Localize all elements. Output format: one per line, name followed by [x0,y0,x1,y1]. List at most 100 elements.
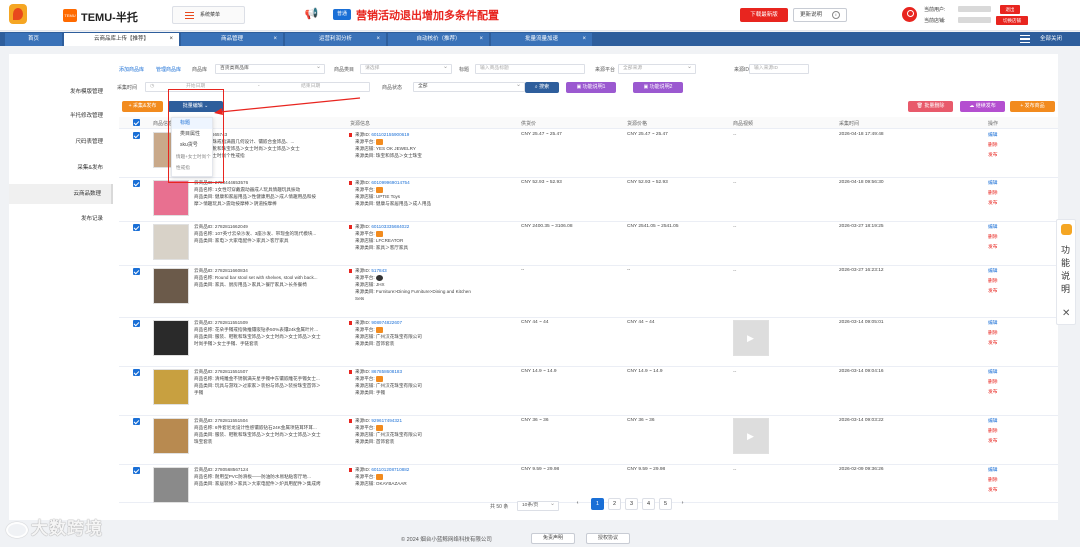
source-id-link[interactable]: 929617494321 [371,418,402,423]
user-avatar-icon[interactable] [902,7,917,22]
product-thumbnail[interactable] [153,369,189,405]
source-id-input[interactable]: 输入来源ID [749,64,809,74]
help-floating-panel[interactable]: 功能说明 ✕ [1056,219,1076,325]
page-size-select[interactable]: 10条/页 [517,500,559,511]
tab-product-management[interactable]: 商品管理 × [181,33,284,46]
sidebar-item-edit[interactable]: 半托修改管理 [9,106,113,126]
product-thumbnail[interactable] [153,320,189,356]
row-checkbox[interactable] [133,418,140,425]
row-checkbox[interactable] [133,224,140,231]
source-id-link[interactable]: 908974822607 [371,320,402,325]
close-all-tabs[interactable]: 全部关闭 [1040,32,1062,46]
sidebar-item-cloud[interactable]: 云商品数理 [9,184,113,204]
source-id-link[interactable]: 867858608183 [371,369,402,374]
row-checkbox[interactable] [133,320,140,327]
sidebar-item-size[interactable]: 尺码表管理 [9,132,113,152]
close-icon[interactable]: × [169,33,173,46]
logout-button[interactable]: 退出 [1000,5,1020,14]
video-thumbnail[interactable]: ▶ [733,418,769,454]
delete-link[interactable]: 删除 [988,141,998,151]
page-5-button[interactable]: 5 [659,498,672,510]
source-id-link[interactable]: 601099969014754 [371,180,409,185]
publish-link[interactable]: 发布 [988,151,998,161]
page-4-button[interactable]: 4 [642,498,655,510]
sidebar-item-records[interactable]: 发布记录 [9,209,113,229]
delete-link[interactable]: 删除 [988,329,998,339]
license-button[interactable]: 授权协议 [586,533,630,544]
delete-link[interactable]: 删除 [988,233,998,243]
batch-delete-button[interactable]: 🗑 批量删除 [908,101,953,112]
row-checkbox[interactable] [133,268,140,275]
publish-product-button[interactable]: + 发布商品 [1010,101,1055,112]
edit-link[interactable]: 编辑 [988,131,998,141]
publish-link[interactable]: 发布 [988,287,998,297]
tab-profit-analysis[interactable]: 运营利润分析 × [285,33,387,46]
search-button[interactable]: ⌕ 搜索 [525,82,559,93]
publish-link[interactable]: 发布 [988,199,998,209]
status-select[interactable]: 全部 [413,81,525,92]
publish-link[interactable]: 发布 [988,339,998,349]
edit-link[interactable]: 编辑 [988,223,998,233]
source-id-link[interactable]: 601102155900619 [371,132,409,137]
close-icon[interactable]: × [376,33,380,46]
notice-text[interactable]: 营销活动退出增加多条件配置 [356,7,499,23]
row-checkbox[interactable] [133,180,140,187]
video-thumbnail[interactable]: ▶ [733,320,769,356]
edit-link[interactable]: 编辑 [988,267,998,277]
product-thumbnail[interactable] [153,467,189,503]
publish-link[interactable]: 发布 [988,437,998,447]
row-checkbox[interactable] [133,467,140,474]
page-2-button[interactable]: 2 [608,498,621,510]
prev-page-button[interactable]: ‹ [571,498,584,510]
help-1-button[interactable]: ▣ 功能说明1 [566,82,616,93]
update-notes-button[interactable]: 更新说明 i [793,8,847,22]
edit-link[interactable]: 编辑 [988,368,998,378]
edit-link[interactable]: 编辑 [988,179,998,189]
add-library-link[interactable]: 添加商品库 [119,66,144,73]
product-thumbnail[interactable] [153,418,189,454]
delete-link[interactable]: 删除 [988,189,998,199]
publish-link[interactable]: 发布 [988,243,998,253]
manage-library-link[interactable]: 管理商品库 [156,66,181,73]
category-select[interactable]: 请选择 [360,63,452,74]
download-latest-button[interactable]: 下载最新版 [740,8,788,22]
delete-link[interactable]: 删除 [988,378,998,388]
tab-traffic-boost[interactable]: 批量流量加速 × [491,33,593,46]
help-2-button[interactable]: ▣ 功能说明2 [633,82,683,93]
sidebar-item-collect[interactable]: 采集&发布 [9,158,113,178]
tab-auto-pricing[interactable]: 自动核价（推荐） × [388,33,490,46]
product-thumbnail[interactable] [153,268,189,304]
delete-link[interactable]: 删除 [988,427,998,437]
close-icon[interactable]: × [479,33,483,46]
source-id-link[interactable]: 601103335684022 [371,224,409,229]
row-checkbox[interactable] [133,132,140,139]
tab-home[interactable]: 首页 [5,33,63,46]
source-id-link[interactable]: 517843 [371,268,386,273]
row-checkbox[interactable] [133,369,140,376]
disclaimer-button[interactable]: 免责声明 [531,533,575,544]
switch-store-button[interactable]: 切换店铺 [996,16,1028,25]
library-select[interactable]: 百货类商品库 [215,63,325,74]
product-thumbnail[interactable] [153,224,189,260]
source-platform-select[interactable]: 全部来源 [618,63,696,74]
publish-link[interactable]: 发布 [988,486,998,496]
collect-publish-button[interactable]: + 采集&发布 [122,101,163,112]
edit-link[interactable]: 编辑 [988,417,998,427]
edit-link[interactable]: 编辑 [988,466,998,476]
page-3-button[interactable]: 3 [625,498,638,510]
edit-link[interactable]: 编辑 [988,319,998,329]
close-icon[interactable]: × [582,33,586,46]
delete-link[interactable]: 删除 [988,476,998,486]
publish-link[interactable]: 发布 [988,388,998,398]
product-thumbnail[interactable] [153,180,189,216]
hamburger-icon[interactable] [1020,35,1030,43]
close-icon[interactable]: × [273,33,277,46]
system-menu-button[interactable]: 系统菜单 [172,6,245,24]
title-input[interactable]: 输入商品标题 [475,64,585,74]
tab-cloud-upload[interactable]: 云商品库上传【推荐】 × [64,33,180,46]
continue-publish-button[interactable]: ☁ 继续发布 [960,101,1005,112]
page-1-button[interactable]: 1 [591,498,604,510]
close-icon[interactable]: ✕ [1062,308,1070,319]
select-all-checkbox[interactable] [133,119,140,126]
delete-link[interactable]: 删除 [988,277,998,287]
